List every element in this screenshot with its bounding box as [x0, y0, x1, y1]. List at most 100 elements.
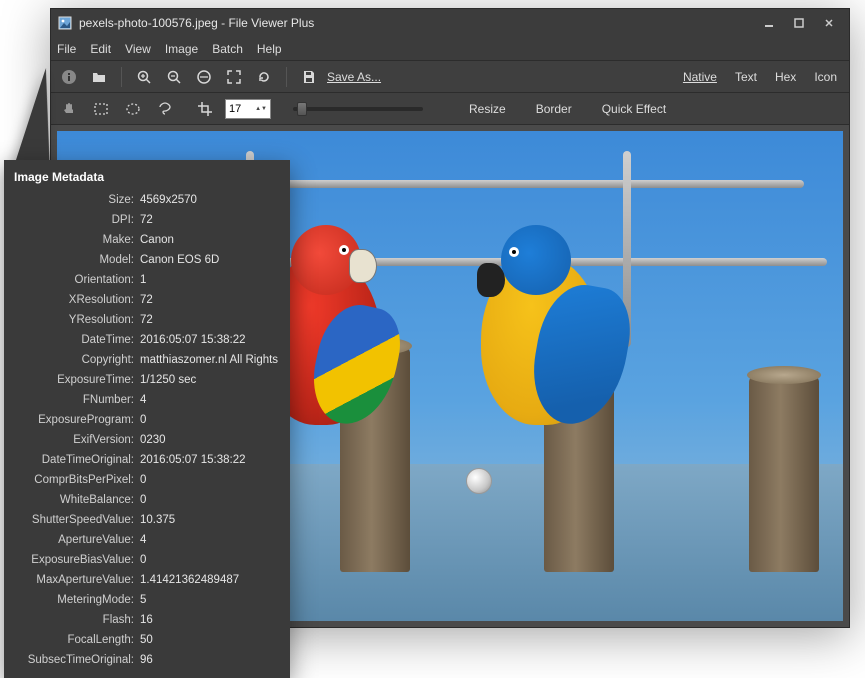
- view-tab-icon[interactable]: Icon: [808, 68, 843, 86]
- menu-file[interactable]: File: [57, 42, 76, 56]
- metadata-row: FocalLength:50: [14, 630, 280, 650]
- metadata-key: Copyright:: [14, 350, 140, 370]
- metadata-key: Make:: [14, 230, 140, 250]
- metadata-key: XResolution:: [14, 290, 140, 310]
- metadata-key: MeteringMode:: [14, 590, 140, 610]
- metadata-value: 72: [140, 290, 280, 310]
- metadata-key: FocalLength:: [14, 630, 140, 650]
- metadata-row: Orientation:1: [14, 270, 280, 290]
- border-button[interactable]: Border: [536, 102, 572, 116]
- save-as-button[interactable]: Save As...: [327, 70, 381, 84]
- crop-size-value: 17: [229, 103, 241, 115]
- metadata-row: DPI:72: [14, 210, 280, 230]
- metadata-value: Canon: [140, 230, 280, 250]
- metadata-key: FNumber:: [14, 390, 140, 410]
- metadata-key: Flash:: [14, 610, 140, 630]
- toolbar-secondary: 17 ▲▼ Resize Border Quick Effect: [51, 93, 849, 125]
- metadata-key: ExifVersion:: [14, 430, 140, 450]
- marquee-ellipse-icon[interactable]: [121, 97, 145, 121]
- menubar: File Edit View Image Batch Help: [51, 37, 849, 61]
- toolbar-primary: Save As... Native Text Hex Icon: [51, 61, 849, 93]
- metadata-value: 0: [140, 410, 280, 430]
- menu-batch[interactable]: Batch: [212, 42, 243, 56]
- metadata-row: YResolution:72: [14, 310, 280, 330]
- metadata-value: 1: [140, 270, 280, 290]
- zoom-fit-icon[interactable]: [192, 65, 216, 89]
- metadata-title: Image Metadata: [14, 170, 280, 184]
- metadata-row: XResolution:72: [14, 290, 280, 310]
- metadata-row: WhiteBalance:0: [14, 490, 280, 510]
- metadata-row: SubsecTimeOriginal:96: [14, 650, 280, 670]
- lasso-icon[interactable]: [153, 97, 177, 121]
- menu-help[interactable]: Help: [257, 42, 282, 56]
- metadata-key: MaxApertureValue:: [14, 570, 140, 590]
- crop-size-input[interactable]: 17 ▲▼: [225, 99, 271, 119]
- slider-thumb[interactable]: [297, 102, 307, 116]
- metadata-value: 96: [140, 650, 280, 670]
- metadata-key: ShutterSpeedValue:: [14, 510, 140, 530]
- metadata-row: ExposureTime:1/1250 sec: [14, 370, 280, 390]
- menu-edit[interactable]: Edit: [90, 42, 111, 56]
- metadata-key: DateTime:: [14, 330, 140, 350]
- metadata-key: DPI:: [14, 210, 140, 230]
- close-button[interactable]: [815, 13, 843, 33]
- zoom-out-icon[interactable]: [162, 65, 186, 89]
- zoom-slider[interactable]: [293, 107, 423, 111]
- metadata-row: FNumber:4: [14, 390, 280, 410]
- metadata-value: 4569x2570: [140, 190, 280, 210]
- metadata-value: 1.41421362489487: [140, 570, 280, 590]
- metadata-row: Model:Canon EOS 6D: [14, 250, 280, 270]
- metadata-row: ApertureValue:4: [14, 530, 280, 550]
- metadata-row: ExposureProgram:0: [14, 410, 280, 430]
- view-tab-hex[interactable]: Hex: [769, 68, 802, 86]
- metadata-value: 2016:05:07 15:38:22: [140, 330, 280, 350]
- crop-icon[interactable]: [193, 97, 217, 121]
- metadata-row: ExifVersion:0230: [14, 430, 280, 450]
- window-title: pexels-photo-100576.jpeg - File Viewer P…: [79, 16, 753, 30]
- zoom-in-icon[interactable]: [132, 65, 156, 89]
- metadata-row: ComprBitsPerPixel:0: [14, 470, 280, 490]
- quick-effect-button[interactable]: Quick Effect: [602, 102, 666, 116]
- resize-button[interactable]: Resize: [469, 102, 506, 116]
- metadata-value: 5: [140, 590, 280, 610]
- metadata-value: 72: [140, 210, 280, 230]
- menu-image[interactable]: Image: [165, 42, 198, 56]
- metadata-value: 2016:05:07 15:38:22: [140, 450, 280, 470]
- titlebar[interactable]: pexels-photo-100576.jpeg - File Viewer P…: [51, 9, 849, 37]
- rotate-icon[interactable]: [252, 65, 276, 89]
- metadata-value: 1/1250 sec: [140, 370, 280, 390]
- metadata-row: Copyright:matthiaszomer.nl All Rights Re…: [14, 350, 280, 370]
- minimize-button[interactable]: [755, 13, 783, 33]
- view-tab-native[interactable]: Native: [677, 68, 723, 86]
- metadata-value: Canon EOS 6D: [140, 250, 280, 270]
- metadata-row: ShutterSpeedValue:10.375: [14, 510, 280, 530]
- metadata-key: ExposureTime:: [14, 370, 140, 390]
- metadata-row: Size:4569x2570: [14, 190, 280, 210]
- metadata-key: Size:: [14, 190, 140, 210]
- metadata-value: 4: [140, 530, 280, 550]
- spinner-icon[interactable]: ▲▼: [255, 106, 267, 112]
- metadata-row: DateTimeOriginal:2016:05:07 15:38:22: [14, 450, 280, 470]
- metadata-value: matthiaszomer.nl All Rights Res: [140, 350, 280, 370]
- metadata-row: DateTime:2016:05:07 15:38:22: [14, 330, 280, 350]
- metadata-key: ComprBitsPerPixel:: [14, 470, 140, 490]
- maximize-button[interactable]: [785, 13, 813, 33]
- metadata-key: ExposureProgram:: [14, 410, 140, 430]
- open-folder-icon[interactable]: [87, 65, 111, 89]
- fullscreen-icon[interactable]: [222, 65, 246, 89]
- menu-view[interactable]: View: [125, 42, 151, 56]
- metadata-value: 10.375: [140, 510, 280, 530]
- metadata-key: YResolution:: [14, 310, 140, 330]
- metadata-value: 72: [140, 310, 280, 330]
- save-icon[interactable]: [297, 65, 321, 89]
- image-subject: [481, 255, 601, 425]
- metadata-key: ExposureBiasValue:: [14, 550, 140, 570]
- marquee-rect-icon[interactable]: [89, 97, 113, 121]
- metadata-row: Make:Canon: [14, 230, 280, 250]
- metadata-value: 0: [140, 550, 280, 570]
- metadata-key: Model:: [14, 250, 140, 270]
- metadata-row: Flash:16: [14, 610, 280, 630]
- metadata-value: 0: [140, 490, 280, 510]
- app-icon: [57, 15, 73, 31]
- view-tab-text[interactable]: Text: [729, 68, 763, 86]
